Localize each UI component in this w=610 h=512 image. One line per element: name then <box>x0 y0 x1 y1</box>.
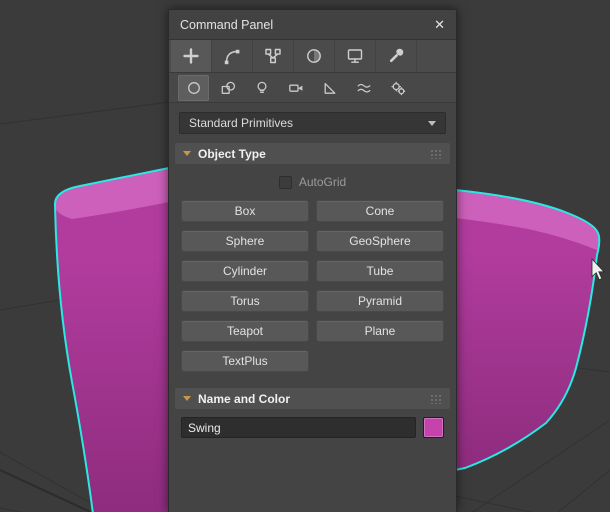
category-cameras[interactable] <box>280 75 311 101</box>
create-plus-icon <box>183 48 199 64</box>
tab-create[interactable] <box>171 40 212 72</box>
gears-icon <box>390 81 405 95</box>
category-shapes[interactable] <box>212 75 243 101</box>
rollout-name-color-title: Name and Color <box>198 391 291 406</box>
grip-dots-icon <box>430 148 442 159</box>
sphere-icon <box>187 81 200 94</box>
category-lights[interactable] <box>246 75 277 101</box>
name-and-color-row <box>169 409 456 438</box>
close-icon[interactable]: ✕ <box>434 18 445 31</box>
pyramid-button[interactable]: Pyramid <box>316 290 444 312</box>
waves-icon <box>357 83 370 93</box>
rollout-open-arrow-icon <box>183 396 191 401</box>
object-name-input[interactable] <box>181 417 416 438</box>
autogrid-row: AutoGrid <box>169 169 456 195</box>
display-monitor-icon <box>347 49 363 63</box>
cone-button[interactable]: Cone <box>316 200 444 222</box>
set-square-icon <box>324 82 335 94</box>
category-space-warps[interactable] <box>348 75 379 101</box>
rollout-object-type-title: Object Type <box>198 146 266 161</box>
shapes-icon <box>221 81 235 94</box>
lightbulb-icon <box>256 81 267 93</box>
category-row <box>169 73 456 103</box>
teapot-button[interactable]: Teapot <box>181 320 309 342</box>
tab-hierarchy[interactable] <box>253 40 294 72</box>
cylinder-button[interactable]: Cylinder <box>181 260 309 282</box>
textplus-button[interactable]: TextPlus <box>181 350 309 372</box>
plane-button[interactable]: Plane <box>316 320 444 342</box>
object-color-swatch[interactable] <box>423 417 444 438</box>
modify-icon <box>224 49 240 65</box>
autogrid-checkbox[interactable] <box>278 175 292 189</box>
wrench-icon <box>389 48 404 63</box>
sphere-button[interactable]: Sphere <box>181 230 309 252</box>
grip-dots-icon <box>430 393 442 404</box>
category-helpers[interactable] <box>314 75 345 101</box>
box-button[interactable]: Box <box>181 200 309 222</box>
tab-utilities[interactable] <box>376 40 417 72</box>
tube-button[interactable]: Tube <box>316 260 444 282</box>
rollout-open-arrow-icon <box>183 151 191 156</box>
command-panel: Command Panel ✕ Standard Primitives Obje… <box>168 9 457 512</box>
torus-button[interactable]: Torus <box>181 290 309 312</box>
tab-display[interactable] <box>335 40 376 72</box>
panel-tabs <box>169 40 456 73</box>
category-systems[interactable] <box>382 75 413 101</box>
geosphere-button[interactable]: GeoSphere <box>316 230 444 252</box>
panel-title: Command Panel <box>180 17 274 32</box>
hierarchy-icon <box>265 48 281 64</box>
tab-motion[interactable] <box>294 40 335 72</box>
panel-titlebar[interactable]: Command Panel ✕ <box>169 10 456 40</box>
primitive-buttons: Box Cone Sphere GeoSphere Cylinder Tube … <box>169 195 456 374</box>
rollout-name-and-color[interactable]: Name and Color <box>175 388 450 409</box>
camera-icon <box>288 84 302 92</box>
primitives-dropdown[interactable]: Standard Primitives <box>179 112 446 134</box>
dropdown-value: Standard Primitives <box>189 116 294 130</box>
category-geometry[interactable] <box>178 74 209 101</box>
rollout-object-type[interactable]: Object Type <box>175 143 450 164</box>
autogrid-label: AutoGrid <box>298 175 347 189</box>
chevron-down-icon <box>428 120 436 126</box>
tab-modify[interactable] <box>212 40 253 72</box>
motion-icon <box>307 49 321 63</box>
